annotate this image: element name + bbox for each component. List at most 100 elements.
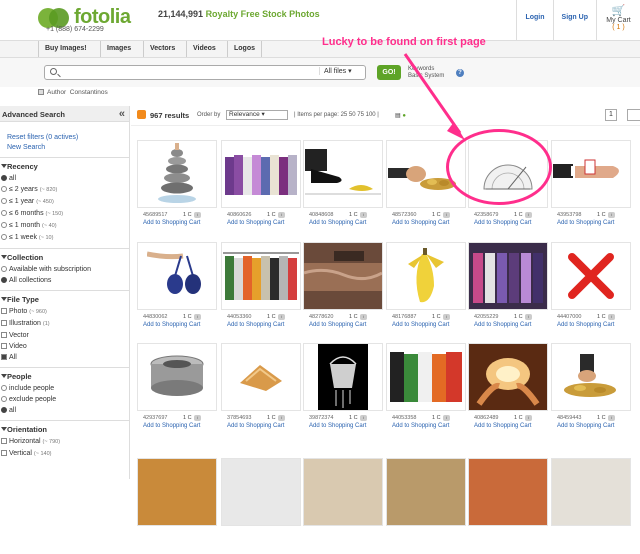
nav-videos[interactable]: Videos [186,41,222,57]
recency-title[interactable]: Recency [0,161,129,173]
new-search-link[interactable]: New Search [0,143,129,153]
add-to-cart-link[interactable]: Add to Shopping Cart [143,322,200,328]
info-icon[interactable]: i [194,212,201,218]
keywords-mode[interactable]: Keywords Basic System [408,66,444,80]
collapse-sidebar-icon[interactable]: « [119,108,125,120]
result-card[interactable] [303,458,383,554]
result-card[interactable] [221,458,301,554]
people-title[interactable]: People [0,371,129,383]
thumbnail[interactable] [468,343,548,411]
recency-option[interactable]: ≤ 2 years (~ 820) [0,184,129,196]
file-type-option[interactable]: All [0,352,129,363]
info-icon[interactable]: i [525,212,532,218]
info-icon[interactable]: i [194,314,201,320]
info-icon[interactable]: i [608,415,615,421]
thumbnail[interactable] [137,458,217,526]
result-card[interactable]: 44053358 1 Ci Add to Shopping Cart [386,343,466,439]
result-card[interactable]: 40848608 1 Ci Add to Shopping Cart [303,140,383,236]
thumbnail[interactable] [468,458,548,526]
login-link[interactable]: Login [516,0,552,40]
people-option[interactable]: all [0,405,129,416]
thumbnail[interactable] [468,242,548,310]
search-input[interactable] [63,67,303,78]
info-icon[interactable]: i [443,314,450,320]
add-to-cart-link[interactable]: Add to Shopping Cart [557,423,614,429]
result-card[interactable]: 48459443 1 Ci Add to Shopping Cart [551,343,631,439]
info-icon[interactable]: i [278,212,285,218]
result-card[interactable]: 42055229 1 Ci Add to Shopping Cart [468,242,548,338]
info-icon[interactable]: i [360,314,367,320]
items-per-page[interactable]: | Items per page: 25 50 75 100 | [294,112,379,118]
result-card[interactable] [468,458,548,554]
collection-option[interactable]: Available with subscription [0,264,129,275]
info-icon[interactable]: i [443,212,450,218]
collection-title[interactable]: Collection [0,252,129,264]
add-to-cart-link[interactable]: Add to Shopping Cart [392,423,449,429]
add-to-cart-link[interactable]: Add to Shopping Cart [392,322,449,328]
collection-option[interactable]: All collections [0,275,129,286]
thumbnail[interactable] [551,242,631,310]
people-option[interactable]: exclude people [0,394,129,405]
next-page-button[interactable] [627,109,640,121]
file-type-option[interactable]: Photo (~ 960) [0,306,129,318]
result-card[interactable]: 44053360 1 Ci Add to Shopping Cart [221,242,301,338]
result-card[interactable]: 45689517 1 Ci Add to Shopping Cart [137,140,217,236]
author-filter[interactable]: Author Constantinos [38,89,108,96]
result-card[interactable] [551,458,631,554]
nav-images[interactable]: Images [100,41,137,57]
thumbnail[interactable] [386,242,466,310]
author-checkbox[interactable] [38,89,44,95]
thumbnail[interactable] [137,242,217,310]
info-icon[interactable]: i [360,415,367,421]
info-icon[interactable]: i [278,415,285,421]
info-icon[interactable]: i [360,212,367,218]
signup-link[interactable]: Sign Up [552,0,596,40]
add-to-cart-link[interactable]: Add to Shopping Cart [474,322,531,328]
result-card[interactable]: 40860626 1 Ci Add to Shopping Cart [221,140,301,236]
file-type-option[interactable]: Video [0,341,129,352]
result-card[interactable]: 42937697 1 Ci Add to Shopping Cart [137,343,217,439]
add-to-cart-link[interactable]: Add to Shopping Cart [143,423,200,429]
result-card[interactable]: 44830062 1 Ci Add to Shopping Cart [137,242,217,338]
add-to-cart-link[interactable]: Add to Shopping Cart [557,220,614,226]
page-number[interactable]: 1 [605,109,617,121]
info-icon[interactable]: i [608,314,615,320]
help-icon[interactable]: ? [456,69,464,77]
add-to-cart-link[interactable]: Add to Shopping Cart [474,220,531,226]
add-to-cart-link[interactable]: Add to Shopping Cart [227,423,284,429]
result-card[interactable]: 43953798 1 Ci Add to Shopping Cart [551,140,631,236]
view-mode-icon[interactable]: ▤ ● [395,112,406,119]
thumbnail[interactable] [303,458,383,526]
file-type-title[interactable]: File Type [0,294,129,306]
rss-icon[interactable] [137,110,146,119]
thumbnail[interactable] [303,140,383,208]
thumbnail[interactable] [221,343,301,411]
orientation-title[interactable]: Orientation [0,424,129,436]
thumbnail[interactable] [137,343,217,411]
nav-logos[interactable]: Logos [227,41,262,57]
nav-vectors[interactable]: Vectors [143,41,181,57]
thumbnail[interactable] [303,343,383,411]
order-by-select[interactable]: Relevance ▾ [226,110,288,120]
people-option[interactable]: include people [0,383,129,394]
result-card[interactable]: 48278620 1 Ci Add to Shopping Cart [303,242,383,338]
thumbnail[interactable] [386,343,466,411]
thumbnail[interactable] [221,242,301,310]
thumbnail[interactable] [221,458,301,526]
go-button[interactable]: GO! [377,65,401,80]
recency-option[interactable]: all [0,173,129,184]
nav-buy-images[interactable]: Buy Images! [38,41,93,57]
result-card[interactable]: 37854693 1 Ci Add to Shopping Cart [221,343,301,439]
thumbnail[interactable] [303,242,383,310]
thumbnail[interactable] [551,458,631,526]
add-to-cart-link[interactable]: Add to Shopping Cart [143,220,200,226]
thumbnail[interactable] [551,343,631,411]
add-to-cart-link[interactable]: Add to Shopping Cart [309,220,366,226]
add-to-cart-link[interactable]: Add to Shopping Cart [309,322,366,328]
recency-option[interactable]: ≤ 1 year (~ 450) [0,196,129,208]
file-type-option[interactable]: Illustration (1) [0,318,129,330]
add-to-cart-link[interactable]: Add to Shopping Cart [227,220,284,226]
recency-option[interactable]: ≤ 6 months (~ 150) [0,208,129,220]
result-card[interactable]: 48176887 1 Ci Add to Shopping Cart [386,242,466,338]
add-to-cart-link[interactable]: Add to Shopping Cart [392,220,449,226]
